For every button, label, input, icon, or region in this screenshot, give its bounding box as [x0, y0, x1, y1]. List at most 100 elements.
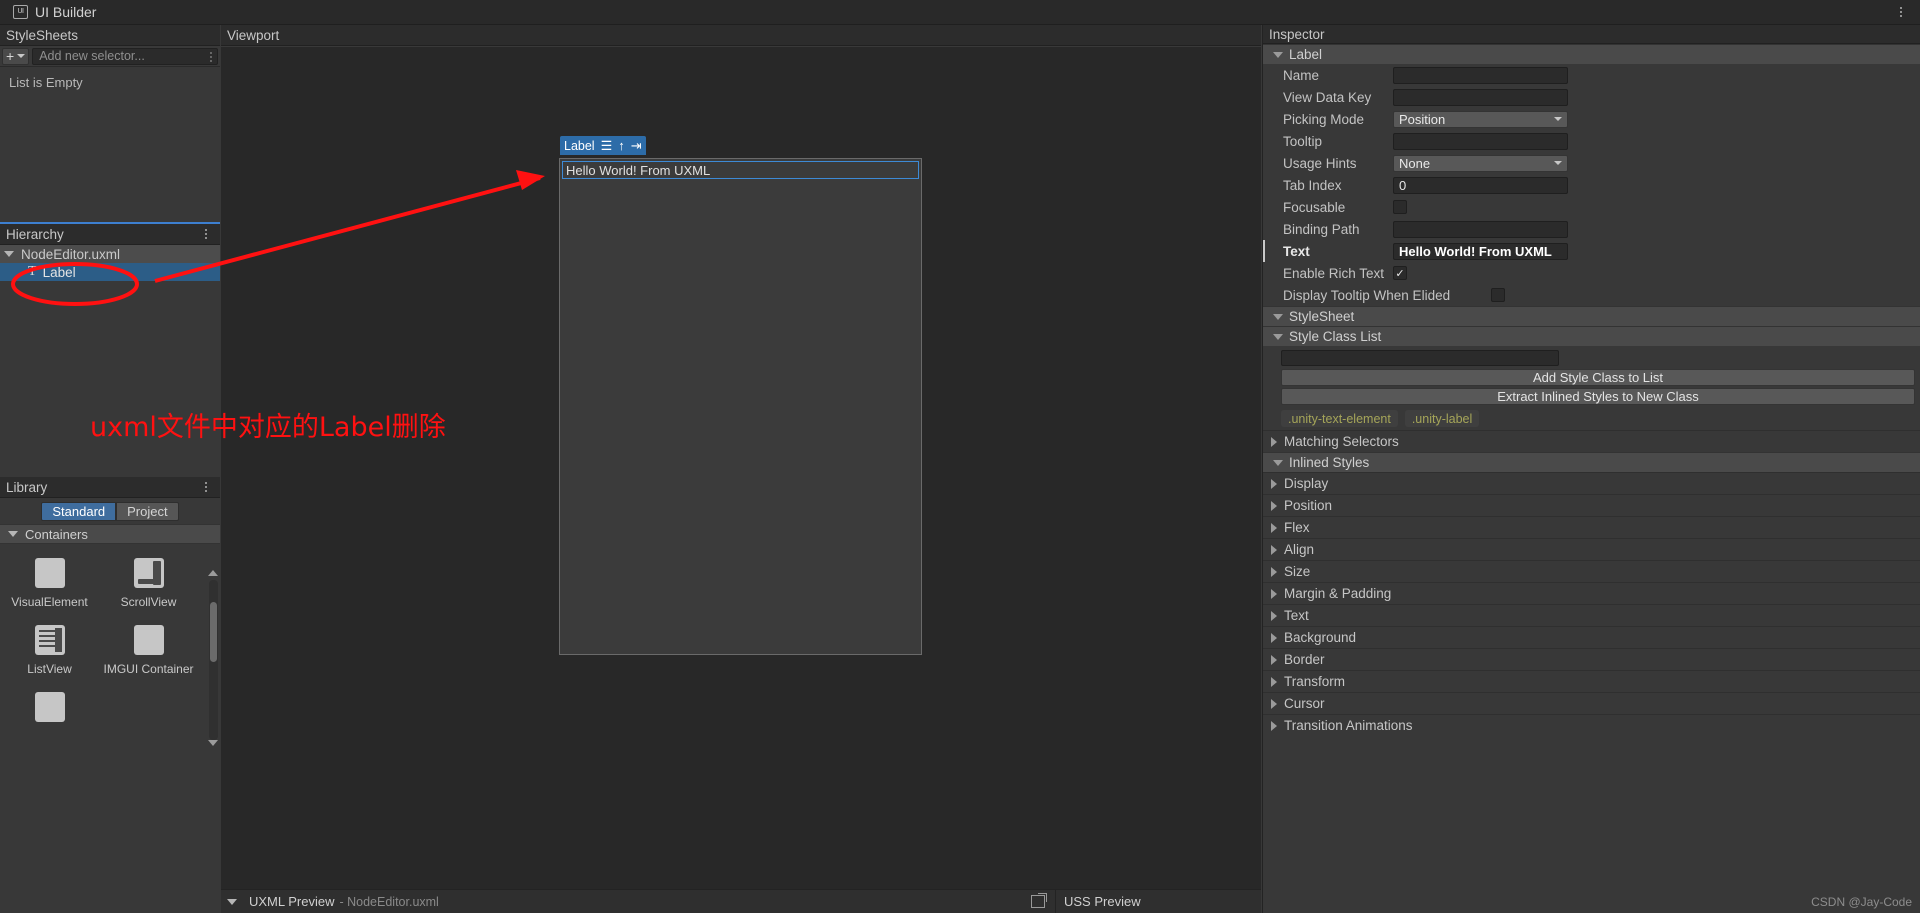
matching-selectors-foldout[interactable]: Matching Selectors: [1263, 430, 1920, 452]
hierarchy-item-label[interactable]: T Label: [0, 263, 220, 281]
stylesheets-title: StyleSheets: [6, 27, 79, 43]
usage-hints-value: None: [1399, 155, 1431, 171]
style-section-display[interactable]: Display: [1263, 472, 1920, 494]
extract-inlined-styles-button[interactable]: Extract Inlined Styles to New Class: [1281, 388, 1915, 405]
property-label: View Data Key: [1283, 89, 1372, 105]
chevron-right-icon: [1271, 436, 1277, 447]
inspector-style-class-list-section[interactable]: Style Class List: [1263, 326, 1920, 346]
text-input[interactable]: Hello World! From UXML: [1393, 242, 1568, 260]
add-new-selector-input[interactable]: Add new selector...: [32, 47, 218, 65]
library-item-visualelement[interactable]: VisualElement: [0, 558, 99, 609]
uxml-preview-filename: - NodeEditor.uxml: [339, 894, 439, 909]
style-section-label: Cursor: [1284, 696, 1325, 711]
stylesheet-section-label: StyleSheet: [1289, 309, 1355, 324]
library-tab-project[interactable]: Project: [116, 501, 179, 521]
name-input[interactable]: [1393, 66, 1568, 84]
inspector-element-section[interactable]: Label: [1263, 44, 1920, 64]
chevron-down-icon: [1273, 459, 1283, 466]
display-tooltip-when-elided-checkbox[interactable]: [1491, 288, 1505, 302]
chevron-right-icon: [1271, 588, 1277, 599]
tooltip-input[interactable]: [1393, 132, 1568, 150]
style-section-label: Transform: [1284, 674, 1346, 689]
chevron-down-icon[interactable]: [4, 251, 14, 257]
inspector-header: Inspector: [1263, 25, 1920, 44]
hierarchy-header: Hierarchy: [0, 224, 220, 245]
property-row-display-tooltip-when-elided: Display Tooltip When Elided: [1263, 284, 1920, 306]
binding-path-input[interactable]: [1393, 220, 1568, 238]
library-item-scrollview[interactable]: ScrollView: [99, 558, 198, 609]
style-section-size[interactable]: Size: [1263, 560, 1920, 582]
style-section-flex[interactable]: Flex: [1263, 516, 1920, 538]
usage-hints-dropdown[interactable]: None: [1393, 154, 1568, 172]
enable-rich-text-checkbox[interactable]: ✓: [1393, 266, 1407, 280]
chevron-down-icon[interactable]: [227, 898, 237, 905]
library-item-imguicontainer[interactable]: IMGUI Container: [99, 625, 198, 676]
window-menu-kebab-icon[interactable]: [1894, 4, 1908, 20]
arrow-right-icon[interactable]: ⇥: [631, 139, 642, 152]
hierarchy-root-item[interactable]: NodeEditor.uxml: [0, 245, 220, 263]
uxml-preview-bar[interactable]: UXML Preview - NodeEditor.uxml: [221, 890, 1056, 913]
canvas-area[interactable]: Label ☰ ↑ ⇥ Hello World! From UXML: [221, 47, 1261, 890]
expand-icon[interactable]: [1031, 893, 1047, 908]
chevron-right-icon: [1271, 478, 1277, 489]
property-row-tooltip: Tooltip: [1263, 130, 1920, 152]
add-style-class-button[interactable]: Add Style Class to List: [1281, 369, 1915, 386]
property-label: Text: [1283, 243, 1310, 259]
arrow-up-icon[interactable]: ↑: [618, 139, 625, 152]
selector-options-kebab-icon[interactable]: [210, 50, 212, 64]
property-label: Usage Hints: [1283, 155, 1357, 171]
style-section-text[interactable]: Text: [1263, 604, 1920, 626]
style-class-pill[interactable]: .unity-label: [1404, 410, 1480, 427]
library-tab-standard[interactable]: Standard: [41, 501, 117, 521]
style-class-input[interactable]: [1281, 350, 1559, 366]
document-canvas[interactable]: Label ☰ ↑ ⇥ Hello World! From UXML: [559, 136, 922, 655]
library-kebab-icon[interactable]: [200, 479, 212, 495]
library-scroll-thumb[interactable]: [210, 602, 217, 662]
hierarchy-kebab-icon[interactable]: [200, 226, 212, 242]
watermark-text: CSDN @Jay-Code: [1811, 895, 1912, 909]
library-item-label: ListView: [27, 662, 72, 676]
chevron-right-icon: [1271, 500, 1277, 511]
library-item-listview[interactable]: ListView: [0, 625, 99, 676]
add-stylesheet-button[interactable]: +: [2, 47, 30, 65]
style-class-pill[interactable]: .unity-text-element: [1281, 410, 1398, 427]
property-label: Enable Rich Text: [1283, 265, 1385, 281]
matching-selectors-label: Matching Selectors: [1284, 434, 1399, 449]
scroll-up-arrow-icon[interactable]: [208, 570, 218, 576]
inspector-column: Inspector Label Name View Data Key Picki…: [1262, 25, 1920, 913]
property-label: Tab Index: [1283, 177, 1342, 193]
property-row-usage-hints: Usage Hints None: [1263, 152, 1920, 174]
align-list-icon[interactable]: ☰: [601, 139, 613, 152]
style-section-margin-padding[interactable]: Margin & Padding: [1263, 582, 1920, 604]
style-section-border[interactable]: Border: [1263, 648, 1920, 670]
view-data-key-input[interactable]: [1393, 88, 1568, 106]
imgui-container-icon: [133, 625, 164, 655]
focusable-checkbox[interactable]: [1393, 200, 1407, 214]
chevron-right-icon: [1271, 632, 1277, 643]
library-item-partial[interactable]: [0, 692, 99, 730]
style-section-align[interactable]: Align: [1263, 538, 1920, 560]
canvas-label-element[interactable]: Hello World! From UXML: [562, 161, 919, 179]
uss-preview-bar[interactable]: USS Preview: [1056, 890, 1261, 913]
library-scrollbar[interactable]: [209, 580, 218, 740]
library-item-label: IMGUI Container: [103, 662, 194, 676]
tab-index-input[interactable]: 0: [1393, 176, 1568, 194]
visual-element-icon: [34, 692, 65, 722]
inlined-styles-section[interactable]: Inlined Styles: [1263, 452, 1920, 472]
library-section-containers[interactable]: Containers: [0, 524, 220, 544]
inspector-stylesheet-section[interactable]: StyleSheet: [1263, 306, 1920, 326]
picking-mode-dropdown[interactable]: Position: [1393, 110, 1568, 128]
window-title: UI Builder: [35, 4, 97, 20]
style-section-cursor[interactable]: Cursor: [1263, 692, 1920, 714]
hierarchy-item-label-text: Label: [42, 264, 76, 280]
style-section-transition-animations[interactable]: Transition Animations: [1263, 714, 1920, 736]
scroll-view-icon: [133, 558, 164, 588]
property-row-tab-index: Tab Index 0: [1263, 174, 1920, 196]
style-section-position[interactable]: Position: [1263, 494, 1920, 516]
ui-builder-logo-icon: UI: [13, 5, 28, 19]
style-section-transform[interactable]: Transform: [1263, 670, 1920, 692]
scroll-down-arrow-icon[interactable]: [208, 740, 218, 746]
style-section-label: Display: [1284, 476, 1329, 491]
style-section-background[interactable]: Background: [1263, 626, 1920, 648]
stylesheets-header: StyleSheets: [0, 25, 220, 46]
